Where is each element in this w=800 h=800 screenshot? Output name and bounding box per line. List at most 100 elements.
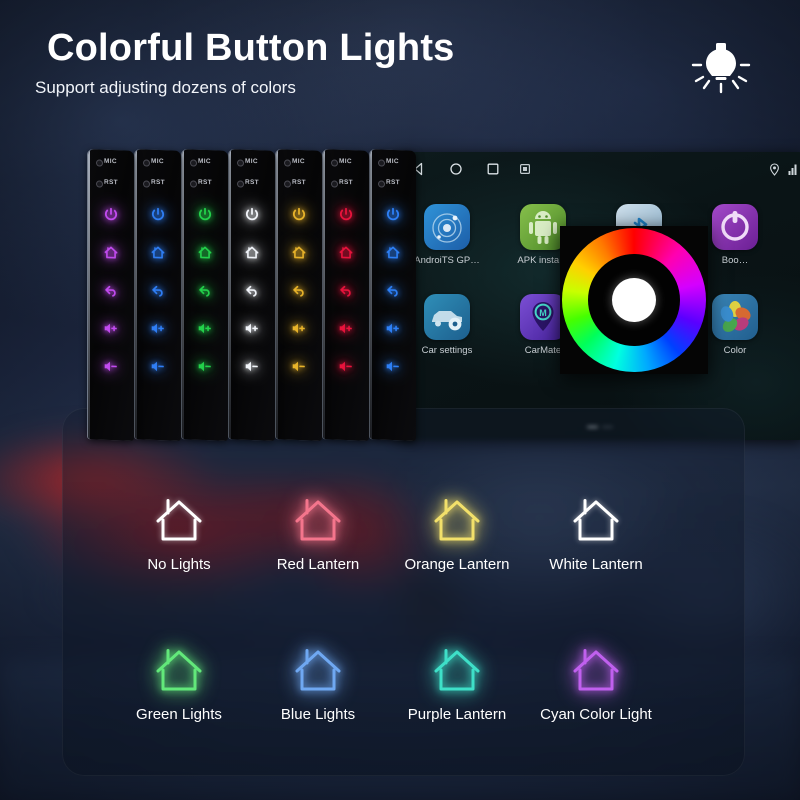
- indicator-dot: [96, 159, 103, 167]
- svg-text:M: M: [539, 308, 547, 318]
- house-icon: [291, 496, 345, 544]
- volume-down-icon[interactable]: [150, 358, 167, 376]
- panel-label: RST: [198, 178, 212, 187]
- location-pin-icon: [769, 163, 780, 176]
- back-icon[interactable]: [244, 282, 261, 300]
- page-subtitle: Support adjusting dozens of colors: [35, 78, 296, 97]
- indicator-dot: [331, 180, 338, 188]
- legend-item: Cyan Color Light: [521, 646, 671, 723]
- power-icon[interactable]: [291, 206, 308, 224]
- power-icon[interactable]: [103, 206, 120, 224]
- volume-down-icon[interactable]: [197, 358, 214, 376]
- panel-label: MIC: [292, 157, 305, 166]
- home-circle-icon[interactable]: [449, 162, 463, 176]
- panel-label: MIC: [386, 157, 399, 166]
- legend-label: Red Lantern: [276, 556, 360, 573]
- panel-label: MIC: [104, 157, 117, 166]
- app-label: Boo…: [721, 255, 749, 266]
- indicator-dot: [378, 180, 385, 188]
- panel-label: RST: [151, 178, 165, 187]
- volume-up-icon[interactable]: [150, 320, 167, 338]
- led-panel[interactable]: MIC RST: [182, 149, 228, 441]
- volume-up-icon[interactable]: [338, 320, 355, 338]
- legend-item: No Lights: [104, 496, 254, 573]
- app-label: AndroiTS GP…: [414, 255, 480, 266]
- legend-label: Purple Lantern: [407, 706, 507, 723]
- indicator-dot: [190, 159, 197, 167]
- indicator-dot: [284, 159, 291, 167]
- car-gear-icon[interactable]: [424, 294, 470, 340]
- android-navigation-bar: [396, 152, 800, 186]
- product-banner: Colorful Button Lights Support adjusting…: [0, 0, 800, 800]
- panel-label: RST: [292, 178, 306, 187]
- power-icon[interactable]: [244, 206, 261, 224]
- screenshot-icon[interactable]: [520, 164, 530, 174]
- legend-label: Blue Lights: [280, 706, 356, 723]
- page-title: Colorful Button Lights: [47, 27, 455, 69]
- color-wheel-center-swatch[interactable]: [612, 278, 656, 322]
- home-icon[interactable]: [291, 244, 308, 262]
- house-icon: [569, 496, 623, 544]
- app-icon-item[interactable]: Car settings: [410, 294, 484, 356]
- volume-down-icon[interactable]: [103, 358, 120, 376]
- signal-icon: [788, 163, 798, 176]
- boot-icon[interactable]: [712, 204, 758, 250]
- house-icon: [152, 496, 206, 544]
- back-icon[interactable]: [291, 282, 308, 300]
- led-panel[interactable]: MIC RST: [323, 149, 369, 441]
- gps-radar-icon[interactable]: [424, 204, 470, 250]
- volume-up-icon[interactable]: [244, 320, 261, 338]
- color-wheel-overlay[interactable]: [560, 226, 708, 374]
- back-icon[interactable]: [150, 282, 167, 300]
- legend-item: Orange Lantern: [382, 496, 532, 573]
- app-icon-item[interactable]: Color: [698, 294, 772, 356]
- indicator-dot: [237, 159, 244, 167]
- volume-up-icon[interactable]: [385, 320, 402, 338]
- lightbulb-icon: [690, 36, 752, 98]
- indicator-dot: [190, 180, 197, 188]
- indicator-dot: [378, 159, 385, 167]
- app-icon-item[interactable]: AndroiTS GP…: [410, 204, 484, 266]
- led-panel[interactable]: MIC RST: [88, 149, 134, 441]
- back-icon[interactable]: [338, 282, 355, 300]
- volume-down-icon[interactable]: [338, 358, 355, 376]
- app-icon-item[interactable]: Boo…: [698, 204, 772, 266]
- led-panel[interactable]: MIC RST: [370, 149, 416, 441]
- house-icon: [291, 646, 345, 694]
- back-icon[interactable]: [385, 282, 402, 300]
- volume-down-icon[interactable]: [244, 358, 261, 376]
- home-icon[interactable]: [103, 244, 120, 262]
- volume-up-icon[interactable]: [103, 320, 120, 338]
- panel-label: MIC: [151, 157, 164, 166]
- power-icon[interactable]: [385, 206, 402, 224]
- legend-label: Orange Lantern: [404, 556, 510, 573]
- home-icon[interactable]: [150, 244, 167, 262]
- recents-square-icon[interactable]: [486, 162, 500, 176]
- house-icon: [430, 646, 484, 694]
- home-icon[interactable]: [338, 244, 355, 262]
- led-panel[interactable]: MIC RST: [276, 149, 322, 441]
- legend-item: Green Lights: [104, 646, 254, 723]
- home-icon[interactable]: [244, 244, 261, 262]
- panel-label: MIC: [198, 157, 211, 166]
- volume-up-icon[interactable]: [197, 320, 214, 338]
- back-icon[interactable]: [103, 282, 120, 300]
- legend-label: White Lantern: [549, 556, 643, 573]
- volume-up-icon[interactable]: [291, 320, 308, 338]
- led-panel[interactable]: MIC RST: [135, 149, 181, 441]
- color-flower-icon[interactable]: [712, 294, 758, 340]
- led-panel[interactable]: MIC RST: [229, 149, 275, 441]
- volume-down-icon[interactable]: [385, 358, 402, 376]
- legend-item: Purple Lantern: [382, 646, 532, 723]
- home-icon[interactable]: [197, 244, 214, 262]
- car-head-unit-screen[interactable]: AndroiTS GP… APK insta… …luetooth: [396, 152, 800, 440]
- back-icon[interactable]: [197, 282, 214, 300]
- volume-down-icon[interactable]: [291, 358, 308, 376]
- indicator-dot: [96, 180, 103, 188]
- house-icon: [569, 646, 623, 694]
- power-icon[interactable]: [197, 206, 214, 224]
- power-icon[interactable]: [150, 206, 167, 224]
- power-icon[interactable]: [338, 206, 355, 224]
- indicator-dot: [237, 180, 244, 188]
- home-icon[interactable]: [385, 244, 402, 262]
